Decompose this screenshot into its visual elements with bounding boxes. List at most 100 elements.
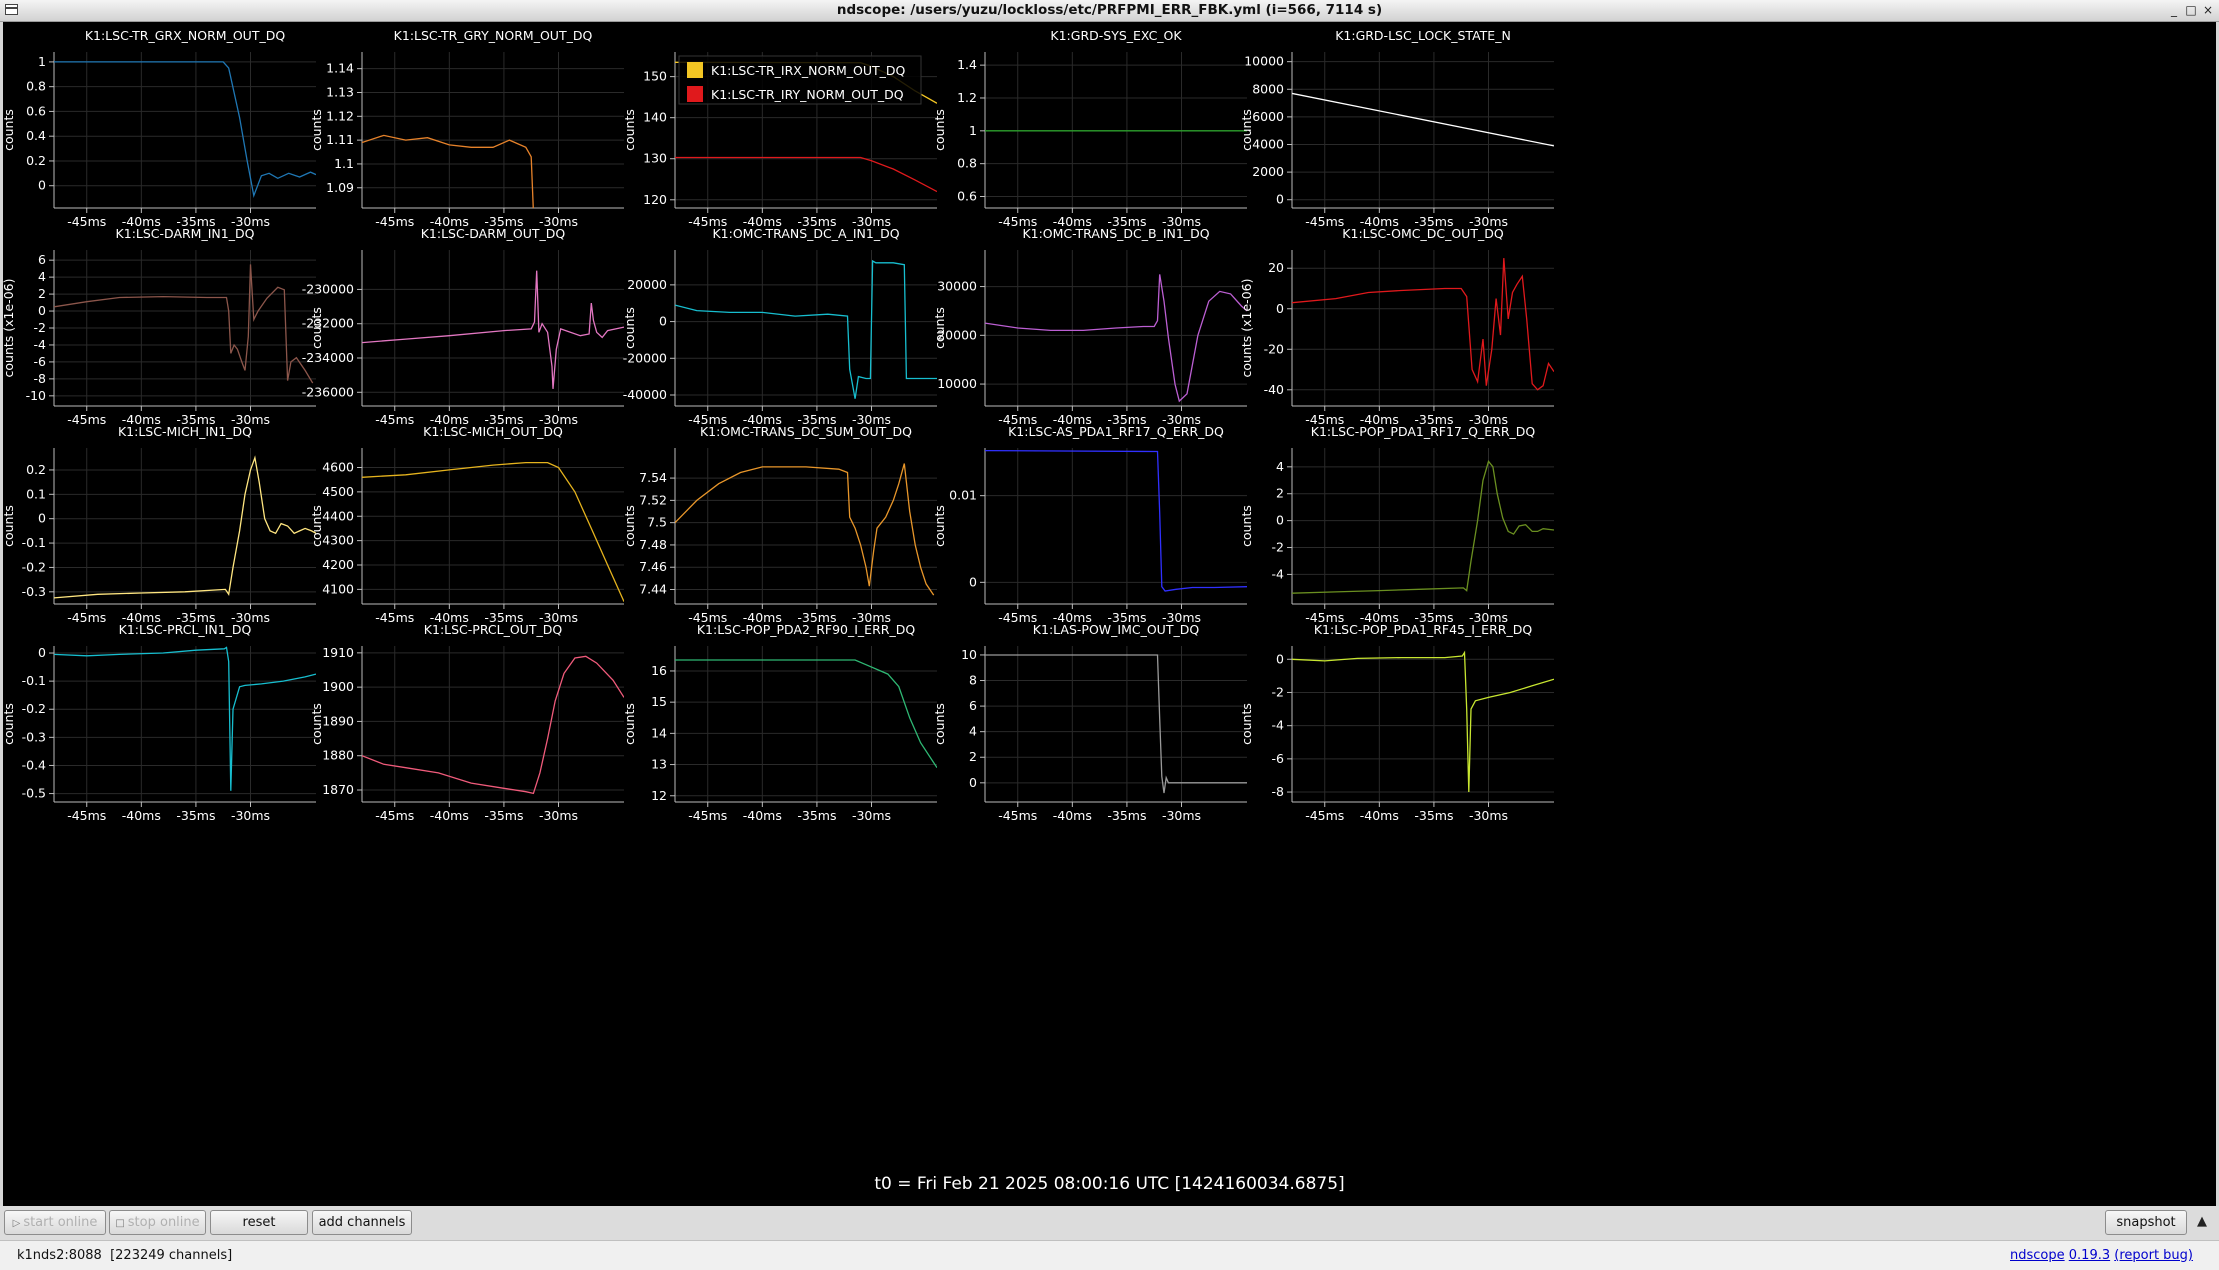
plot-panel[interactable]: K1:LSC-DARM_OUT_DQ-45ms -40ms -35ms -30ms-2…: [302, 226, 624, 427]
x-tick-label: -35ms: [484, 808, 523, 823]
version-link[interactable]: 0.19.3: [2069, 1248, 2110, 1263]
plot-panel[interactable]: K1:LSC-POP_PDA1_RF45_I_ERR_DQ-45ms -40ms -…: [1239, 622, 1554, 823]
reset-button[interactable]: reset: [210, 1210, 308, 1235]
y-tick-label: -230000: [302, 281, 354, 296]
plot-panel[interactable]: K1:GRD-SYS_EXC_OK-45ms -40ms -35ms -30ms1.4…: [932, 28, 1247, 229]
y-tick-label: 7.5: [647, 515, 667, 530]
y-tick-label: -8: [1272, 784, 1285, 799]
y-tick-label: -10: [26, 388, 46, 403]
plot-panel[interactable]: K1:LSC-PRCL_IN1_DQ -45ms -40ms -35ms -30ms 0 -…: [3, 622, 316, 823]
stop-online-button: □ stop online: [109, 1210, 206, 1235]
series-line: [985, 654, 1247, 794]
y-tick-label: 4200: [322, 557, 354, 572]
plot-panel[interactable]: K1:LAS-POW_IMC_OUT_DQ -45ms -40ms -35ms -30m…: [932, 622, 1247, 823]
y-tick-label: 0: [38, 303, 46, 318]
x-tick-label: -45ms: [67, 610, 106, 625]
play-icon: ▷: [12, 1218, 21, 1229]
window-titlebar[interactable]: ndscope: /users/yuzu/lockloss/etc/PRFPMI…: [0, 0, 2219, 22]
y-tick-label: 1: [969, 123, 977, 138]
y-tick-label: 4: [969, 724, 977, 739]
series-line: [362, 134, 534, 208]
y-tick-label: -2: [1272, 540, 1284, 555]
plot-panel[interactable]: K1:LSC-TR_GRY_NORM_OUT_DQ-45ms -40ms -35ms…: [309, 28, 624, 229]
y-tick-label: 0: [1276, 651, 1284, 666]
plot-panel[interactable]: K1:OMC-TRANS_DC_SUM_OUT_DQ-45ms -40ms -35m…: [622, 424, 937, 625]
plot-panel[interactable]: K1:LSC-MICH_OUT_DQ-45ms -40ms -35ms -30ms46…: [309, 424, 624, 625]
start-online-label: start online: [23, 1215, 98, 1230]
y-tick-label: -0.1: [22, 535, 46, 550]
plot-panel[interactable]: -45ms -40ms -35ms -30ms150140130120countsK1…: [622, 52, 937, 229]
y-tick-label: -4: [1272, 718, 1285, 733]
x-tick-label: -40ms: [1053, 808, 1092, 823]
plot-panel[interactable]: K1:LSC-POP_PDA2_RF90_I_ERR_DQ -45ms -40ms -…: [622, 622, 937, 823]
plot-panel[interactable]: K1:OMC-TRANS_DC_A_IN1_DQ-45ms -40ms -35ms -…: [622, 226, 937, 427]
y-tick-label: -20: [1264, 341, 1284, 356]
add-channels-button[interactable]: add channels: [312, 1210, 412, 1235]
maximize-icon[interactable]: □: [2182, 1, 2200, 19]
y-axis-label: counts: [932, 307, 947, 349]
y-tick-label: 16: [651, 663, 667, 678]
series-line: [1292, 460, 1554, 594]
plot-panel[interactable]: K1:LSC-OMC_DC_OUT_DQ-45ms -40ms -35ms -30ms…: [1239, 226, 1554, 427]
y-tick-label: 0: [38, 178, 46, 193]
y-tick-label: 0.1: [26, 486, 46, 501]
version-info: ndscope 0.19.3 (report bug): [2010, 1248, 2193, 1263]
ndscope-link[interactable]: ndscope: [2010, 1248, 2065, 1263]
y-axis-label: counts: [3, 109, 16, 151]
y-tick-label: 0: [38, 511, 46, 526]
x-tick-label: -40ms: [430, 808, 469, 823]
y-tick-label: 140: [643, 110, 667, 125]
x-tick-label: -45ms: [1305, 808, 1344, 823]
minimize-icon[interactable]: _: [2165, 1, 2183, 19]
series-line: [1292, 92, 1554, 147]
series-line: [54, 61, 316, 198]
start-online-button[interactable]: ▷ start online: [4, 1210, 106, 1235]
legend-swatch: [687, 86, 703, 102]
snapshot-button[interactable]: snapshot: [2105, 1210, 2187, 1235]
plot-panel[interactable]: K1:LSC-AS_PDA1_RF17_Q_ERR_DQ-45ms -40ms -3…: [932, 424, 1247, 625]
status-bar: k1nds2:8088 [223249 channels] ndscope 0.…: [0, 1240, 2219, 1270]
plot-panel[interactable]: K1:LSC-PRCL_OUT_DQ -45ms -40ms -35ms -30ms 19…: [309, 622, 624, 823]
y-tick-label: 0: [969, 574, 977, 589]
x-tick-label: -45ms: [688, 808, 727, 823]
y-tick-label: 13: [651, 757, 667, 772]
y-tick-label: -234000: [302, 350, 354, 365]
plot-area[interactable]: K1:LSC-TR_GRX_NORM_OUT_DQ -45ms -40ms -35ms…: [3, 22, 2216, 1206]
y-axis-label: counts: [309, 703, 324, 745]
x-tick-label: -40ms: [743, 808, 782, 823]
y-tick-label: -0.3: [22, 584, 46, 599]
y-tick-label: -6: [34, 354, 47, 369]
y-tick-label: -2: [34, 320, 46, 335]
x-tick-label: -30ms: [231, 808, 270, 823]
legend-swatch: [687, 62, 703, 78]
y-tick-label: 0.6: [957, 189, 977, 204]
x-tick-label: -45ms: [1305, 214, 1344, 229]
plot-panel[interactable]: K1:OMC-TRANS_DC_B_IN1_DQ-45ms -40ms -35ms -…: [932, 226, 1247, 427]
plot-panel[interactable]: K1:LSC-DARM_IN1_DQ-45ms -40ms -35ms -30ms64…: [3, 226, 316, 427]
plot-panel[interactable]: K1:LSC-POP_PDA1_RF17_Q_ERR_DQ-45ms -40ms -…: [1239, 424, 1554, 625]
x-tick-label: -45ms: [67, 412, 106, 427]
plot-title: K1:LSC-POP_PDA2_RF90_I_ERR_DQ: [697, 622, 915, 637]
y-axis-label: counts: [932, 505, 947, 547]
x-tick-label: -40ms: [1360, 808, 1399, 823]
plot-grid[interactable]: K1:LSC-TR_GRX_NORM_OUT_DQ -45ms -40ms -35ms…: [3, 22, 2216, 1206]
y-tick-label: -0.3: [22, 729, 46, 744]
plot-panel[interactable]: K1:LSC-TR_GRX_NORM_OUT_DQ-45ms -40ms -35ms…: [3, 28, 316, 229]
y-tick-label: 4400: [322, 508, 354, 523]
x-tick-label: -45ms: [67, 214, 106, 229]
y-tick-label: 7.48: [639, 537, 667, 552]
close-icon[interactable]: ×: [2199, 1, 2217, 19]
y-tick-label: 1.12: [326, 108, 354, 123]
chevron-up-icon[interactable]: ▲: [2192, 1211, 2212, 1233]
report-bug-link[interactable]: (report bug): [2114, 1248, 2193, 1263]
y-tick-label: 1870: [322, 782, 354, 797]
plot-panel[interactable]: K1:GRD-LSC_LOCK_STATE_N-45ms -40ms -35ms -3…: [1239, 28, 1554, 229]
x-tick-label: -35ms: [797, 808, 836, 823]
y-tick-label: 6: [38, 252, 46, 267]
y-tick-label: 7.52: [639, 492, 667, 507]
x-tick-label: -35ms: [176, 808, 215, 823]
plot-panel[interactable]: K1:LSC-MICH_IN1_DQ-45ms -40ms -35ms -30ms0.…: [3, 424, 316, 625]
series-line: [54, 264, 314, 384]
y-axis-label: counts: [622, 505, 637, 547]
y-tick-label: 0: [1276, 513, 1284, 528]
